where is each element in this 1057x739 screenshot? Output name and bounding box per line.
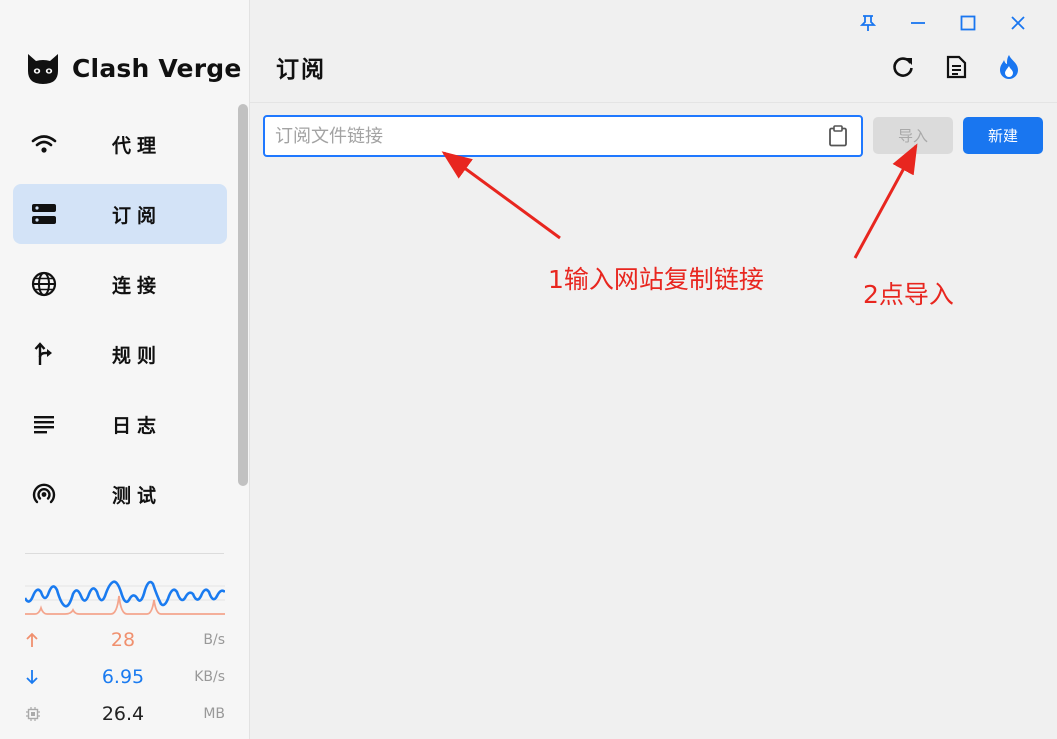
flame-icon[interactable] — [991, 50, 1027, 84]
document-icon[interactable] — [938, 50, 974, 84]
arrow-to-url-input — [441, 151, 561, 240]
maximize-icon[interactable] — [943, 10, 993, 36]
memory-stat: 26.4 MB — [25, 702, 225, 726]
import-button[interactable]: 导入 — [873, 117, 953, 154]
download-stat: 6.95 KB/s — [25, 665, 225, 689]
globe-icon — [24, 271, 64, 297]
sidebar-scrollbar[interactable] — [238, 104, 248, 486]
close-icon[interactable] — [993, 10, 1043, 36]
sidebar: Clash Verge 代理 订阅 连接 规则 日志 测试 28 B/s 6.9… — [0, 0, 250, 739]
sidebar-item-test[interactable]: 测试 — [13, 464, 227, 524]
memory-value: 26.4 — [101, 703, 145, 725]
sidebar-item-connections[interactable]: 连接 — [13, 254, 227, 314]
window-controls — [843, 10, 1043, 36]
arrow-down-icon — [25, 669, 45, 685]
new-button[interactable]: 新建 — [963, 117, 1043, 154]
upload-stat: 28 B/s — [25, 628, 225, 652]
annotation-step-1: 1输入网站复制链接 — [548, 265, 764, 294]
subscription-url-field[interactable] — [263, 115, 863, 157]
upload-value: 28 — [110, 629, 136, 651]
annotation-step-2: 2点导入 — [863, 280, 954, 309]
app-logo: Clash Verge — [24, 48, 242, 88]
subscription-url-input[interactable] — [275, 117, 815, 155]
chip-icon — [25, 706, 45, 722]
header-divider — [250, 102, 1057, 103]
sidebar-item-subscription[interactable]: 订阅 — [13, 184, 227, 244]
sidebar-item-label: 连接 — [112, 274, 163, 297]
arrow-up-icon — [25, 632, 45, 648]
sidebar-item-proxy[interactable]: 代理 — [13, 114, 227, 174]
sidebar-item-logs[interactable]: 日志 — [13, 394, 227, 454]
app-name: Clash Verge — [72, 53, 242, 83]
fork-arrow-icon — [24, 342, 64, 366]
page-title: 订阅 — [276, 57, 326, 83]
sidebar-item-label: 规则 — [112, 344, 163, 367]
log-lines-icon — [24, 414, 64, 434]
sidebar-item-label: 代理 — [112, 134, 163, 157]
clipboard-icon[interactable] — [827, 125, 849, 147]
wifi-icon — [24, 133, 64, 155]
upload-unit: B/s — [203, 632, 225, 648]
memory-unit: MB — [203, 706, 225, 722]
sidebar-item-label: 订阅 — [112, 204, 163, 227]
cat-logo-icon — [28, 54, 58, 84]
server-icon — [24, 203, 64, 225]
download-value: 6.95 — [101, 666, 145, 688]
traffic-graph — [25, 580, 225, 615]
header-actions — [868, 50, 1027, 84]
minimize-icon[interactable] — [893, 10, 943, 36]
sidebar-item-rules[interactable]: 规则 — [13, 324, 227, 384]
sidebar-nav: 代理 订阅 连接 规则 日志 测试 — [13, 114, 227, 534]
refresh-icon[interactable] — [885, 50, 921, 84]
arrow-to-import-button — [853, 143, 918, 259]
sidebar-item-label: 日志 — [112, 414, 163, 437]
download-unit: KB/s — [194, 669, 225, 685]
radar-icon — [24, 481, 64, 507]
pin-icon[interactable] — [843, 10, 893, 36]
sidebar-divider — [25, 553, 224, 554]
sidebar-item-label: 测试 — [112, 484, 163, 507]
